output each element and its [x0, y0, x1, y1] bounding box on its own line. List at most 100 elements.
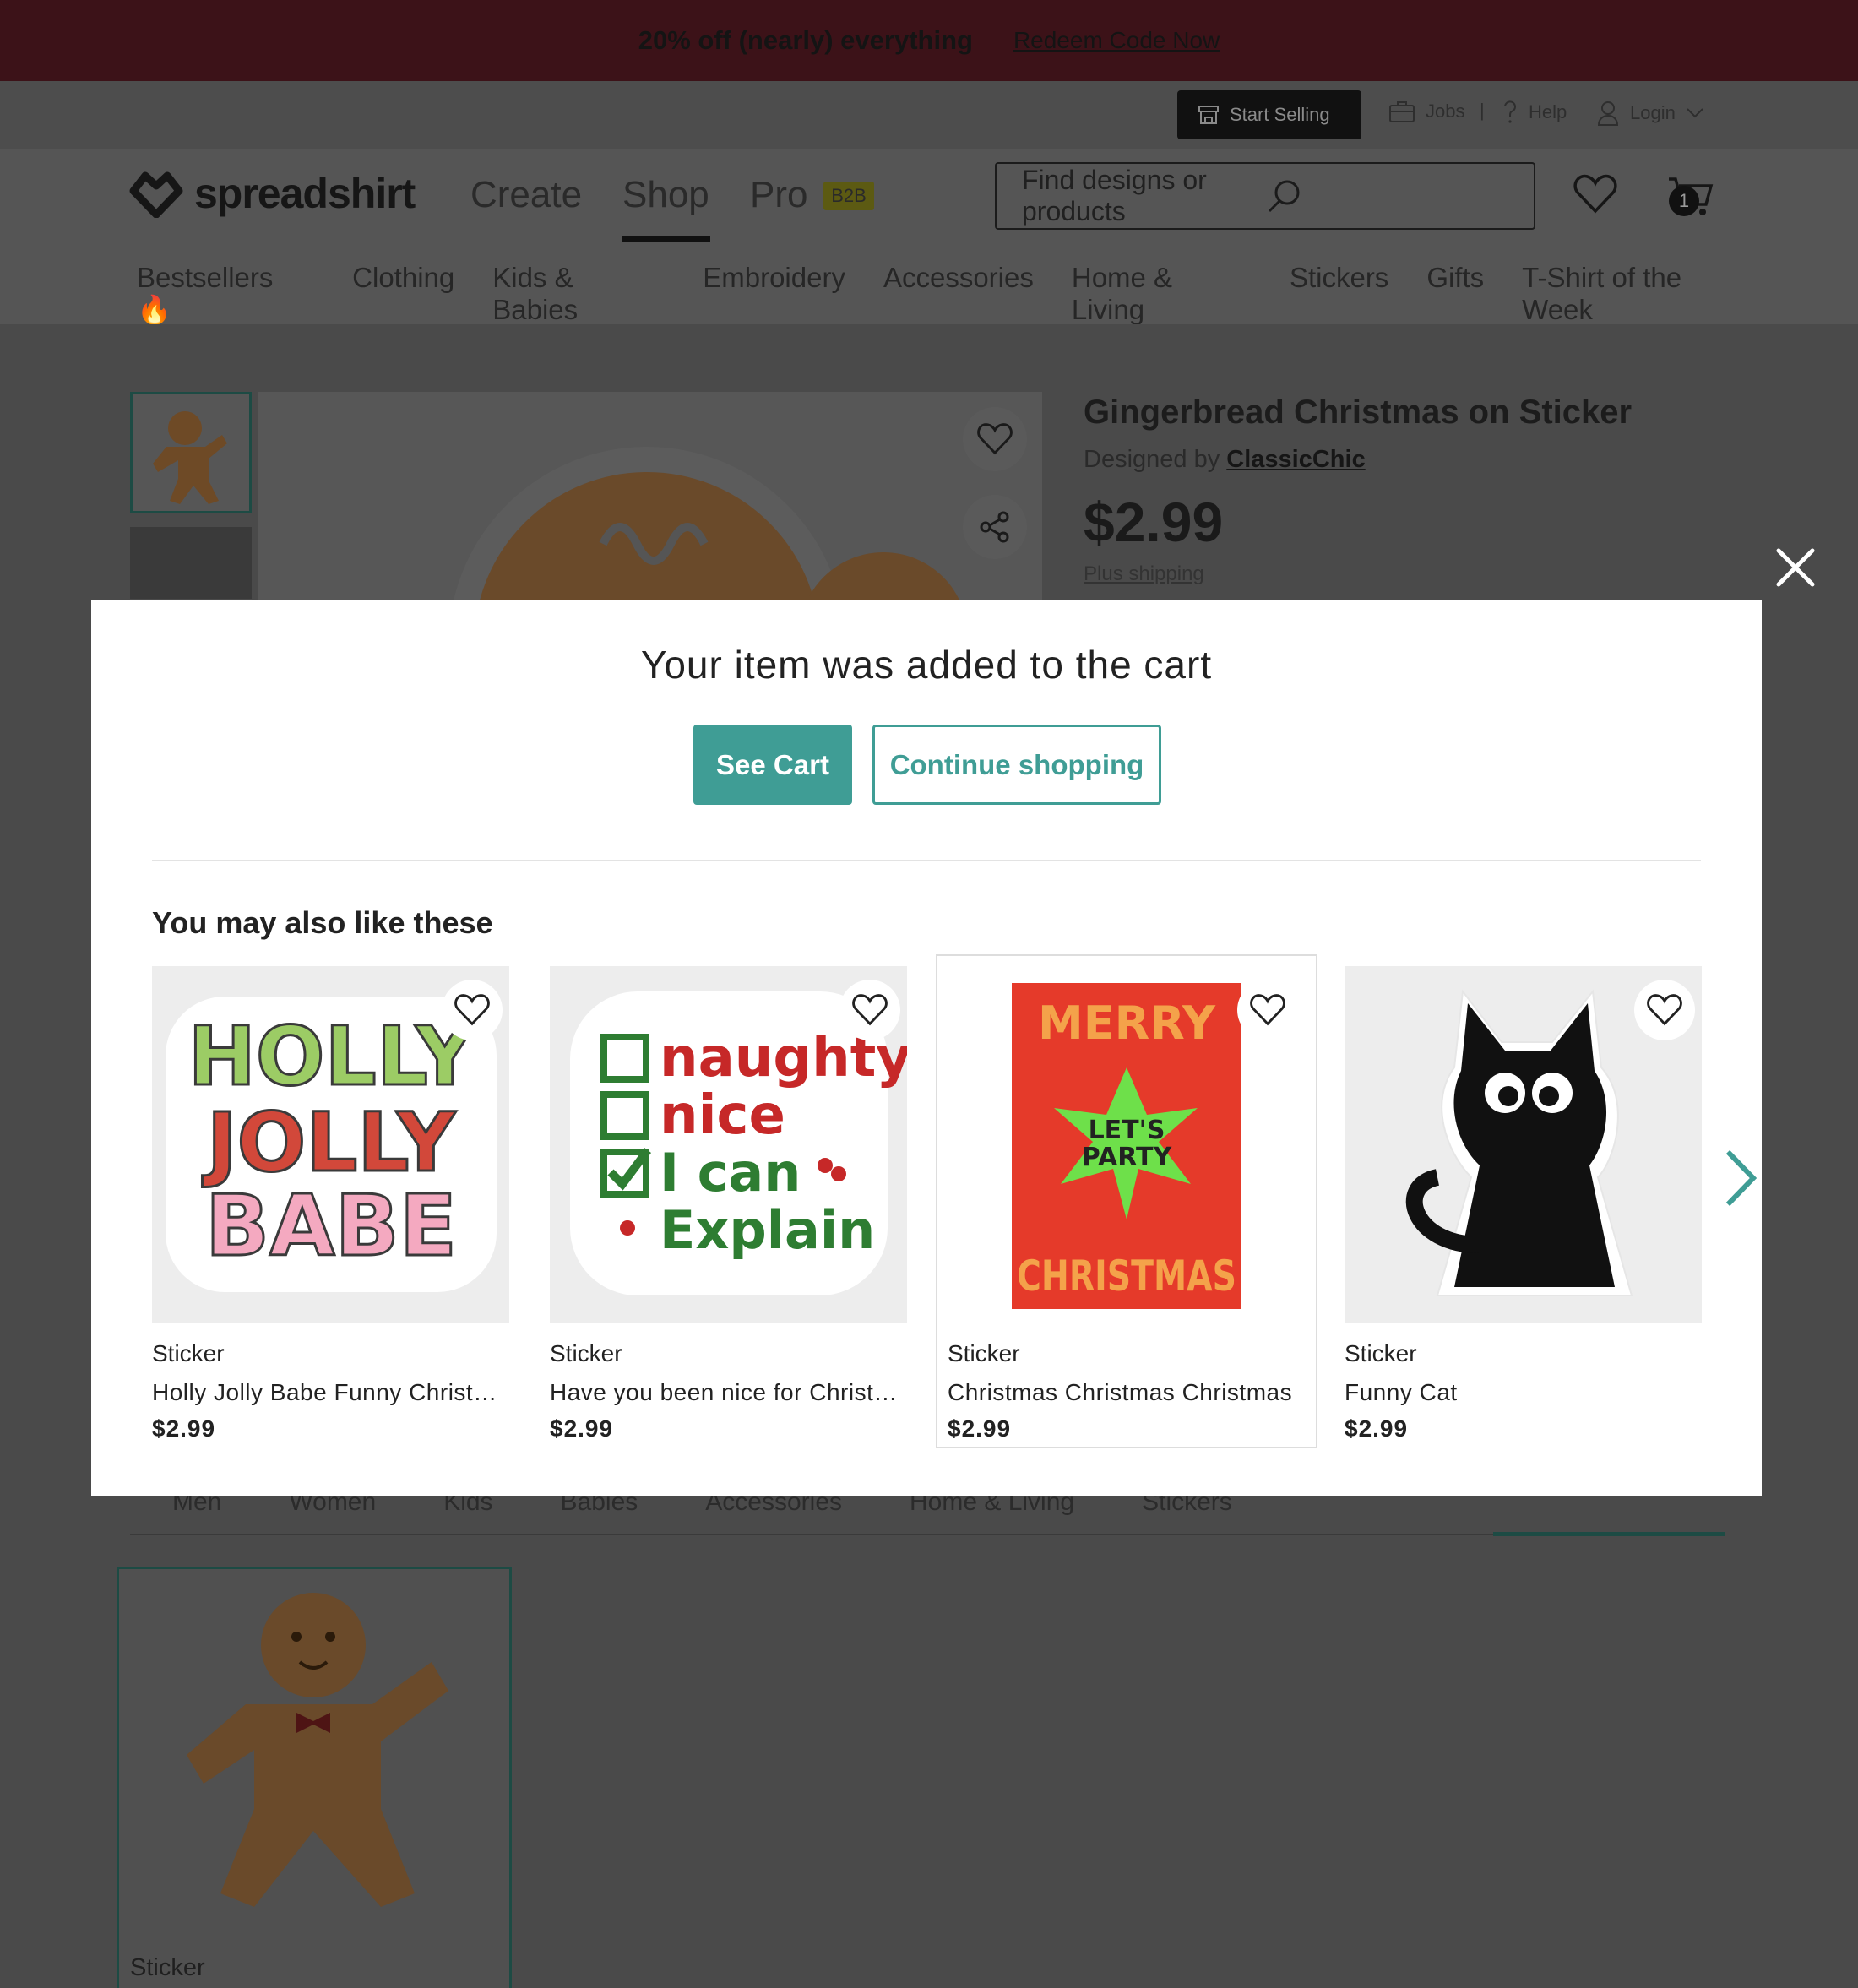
cat-bestsellers[interactable]: Bestsellers 🔥	[137, 262, 314, 327]
rec-favorite-button[interactable]	[1634, 980, 1695, 1040]
rec-name: Christmas Christmas Christmas	[948, 1379, 1293, 1405]
babe-text: BABE	[205, 1176, 457, 1275]
shipping-link[interactable]: Plus shipping	[1084, 562, 1204, 586]
recommendations-heading: You may also like these	[152, 905, 493, 940]
question-icon	[1502, 100, 1518, 125]
favorite-button[interactable]	[963, 407, 1027, 471]
start-selling-label: Start Selling	[1230, 104, 1330, 125]
login-menu[interactable]: Login	[1596, 100, 1704, 127]
rec-name: Funny Cat	[1345, 1379, 1458, 1405]
rec-type: Sticker	[550, 1340, 622, 1366]
heart-icon	[1647, 994, 1682, 1026]
search-placeholder: Find designs or products	[1022, 165, 1207, 226]
nice-text: nice	[660, 1084, 785, 1147]
product-thumbnail-1[interactable]	[130, 392, 252, 513]
cat-gifts[interactable]: Gifts	[1426, 262, 1484, 327]
cat-kids-babies[interactable]: Kids & Babies	[492, 262, 665, 327]
rec-type: Sticker	[948, 1340, 1020, 1366]
close-icon	[1776, 548, 1815, 587]
help-link[interactable]: Help	[1502, 100, 1567, 125]
lets-text: LET'S	[1089, 1116, 1165, 1145]
tab-active-indicator	[1493, 1532, 1725, 1536]
logo-wordmark: spreadshirt	[194, 170, 416, 217]
product-main-image	[258, 392, 1042, 600]
rec-price: $2.99	[1345, 1415, 1409, 1442]
designed-by: Designed by ClassicChic	[1084, 446, 1366, 474]
selected-product-card[interactable]	[117, 1567, 512, 1988]
jobs-label: Jobs	[1426, 100, 1465, 122]
spreadshirt-logo[interactable]: spreadshirt	[128, 169, 416, 218]
rec-card-1[interactable]: HOLLY JOLLY BABE Sticker Holly Jolly Bab…	[152, 966, 532, 1458]
rec-card-3[interactable]: MERRY LET'S PARTY CHRISTMAS Sticker Chri…	[936, 954, 1317, 1448]
util-separator: |	[1480, 100, 1485, 121]
jobs-link[interactable]: Jobs	[1388, 100, 1464, 123]
explain-text: Explain	[660, 1199, 875, 1261]
nav-create[interactable]: Create	[470, 174, 582, 216]
redeem-code-link[interactable]: Redeem Code Now	[1013, 27, 1220, 54]
party-text: PARTY	[1082, 1143, 1173, 1172]
holly-text: HOLLY	[188, 1009, 475, 1104]
promo-banner: 20% off (nearly) everything Redeem Code …	[0, 0, 1858, 81]
i-can-text: I can	[660, 1142, 801, 1203]
category-nav: Bestsellers 🔥 Clothing Kids & Babies Emb…	[137, 262, 1758, 327]
heart-icon	[1250, 994, 1285, 1026]
start-selling-button[interactable]: Start Selling	[1177, 90, 1361, 139]
selected-card-type: Sticker	[130, 1954, 205, 1981]
rec-card-4[interactable]: Sticker Funny Cat $2.99	[1345, 966, 1725, 1458]
nav-pro[interactable]: Pro	[750, 174, 807, 216]
cat-tshirt-of-week[interactable]: T-Shirt of the Week	[1522, 262, 1758, 327]
designer-link[interactable]: ClassicChic	[1226, 446, 1365, 473]
cat-stickers[interactable]: Stickers	[1290, 262, 1388, 327]
rec-name: Have you been nice for Christmas	[550, 1379, 910, 1405]
login-label: Login	[1630, 102, 1676, 123]
utility-bar	[0, 81, 1858, 149]
help-label: Help	[1529, 101, 1567, 122]
modal-divider	[152, 860, 1701, 861]
b2b-badge: B2B	[823, 182, 874, 210]
rec-price: $2.99	[550, 1415, 614, 1442]
share-button[interactable]	[963, 495, 1027, 559]
promo-text: 20% off (nearly) everything	[638, 25, 973, 55]
cat-embroidery[interactable]: Embroidery	[703, 262, 845, 327]
added-to-cart-modal: Your item was added to the cart See Cart…	[91, 600, 1762, 1496]
wishlist-heart-icon[interactable]	[1573, 174, 1618, 215]
cat-accessories[interactable]: Accessories	[883, 262, 1034, 327]
heart-icon	[454, 994, 490, 1026]
see-cart-button[interactable]: See Cart	[693, 725, 852, 805]
heart-icon	[852, 994, 888, 1026]
rec-price: $2.99	[948, 1415, 1012, 1442]
christmas-text: CHRISTMAS	[1017, 1252, 1236, 1301]
cat-clothing[interactable]: Clothing	[352, 262, 454, 327]
product-price: $2.99	[1084, 491, 1224, 553]
chevron-down-icon	[1686, 107, 1704, 119]
rec-name: Holly Jolly Babe Funny Christmas	[152, 1379, 512, 1405]
cart-count-badge: 1	[1669, 186, 1699, 216]
user-icon	[1596, 100, 1620, 127]
designed-by-prefix: Designed by	[1084, 446, 1220, 473]
rec-favorite-button[interactable]	[442, 980, 503, 1040]
storefront-icon	[1198, 105, 1220, 125]
search-input[interactable]: Find designs or products	[995, 162, 1535, 230]
chevron-right-icon	[1725, 1149, 1757, 1207]
gingerbread-product-image	[187, 1593, 448, 1907]
rec-type: Sticker	[152, 1340, 225, 1366]
logo-heart-icon	[128, 169, 184, 218]
search-icon[interactable]	[1265, 177, 1508, 215]
close-modal-button[interactable]	[1768, 540, 1823, 595]
rec-type: Sticker	[1345, 1340, 1417, 1366]
product-thumbnail-2[interactable]	[130, 527, 252, 599]
nav-shop[interactable]: Shop	[622, 174, 709, 216]
continue-shopping-button[interactable]: Continue shopping	[872, 725, 1161, 805]
share-icon	[980, 511, 1009, 543]
rec-price: $2.99	[152, 1415, 216, 1442]
rec-card-2[interactable]: naughty nice I can Explain Sticker Have …	[550, 966, 930, 1458]
product-title: Gingerbread Christmas on Sticker	[1084, 394, 1633, 431]
heart-icon	[977, 423, 1013, 455]
rec-favorite-button[interactable]	[1237, 980, 1298, 1040]
briefcase-icon	[1388, 100, 1415, 123]
rec-favorite-button[interactable]	[839, 980, 900, 1040]
modal-title: Your item was added to the cart	[640, 643, 1213, 687]
cat-home-living[interactable]: Home & Living	[1072, 262, 1252, 327]
merry-text: MERRY	[1038, 997, 1216, 1050]
carousel-next-button[interactable]	[1714, 1140, 1765, 1216]
